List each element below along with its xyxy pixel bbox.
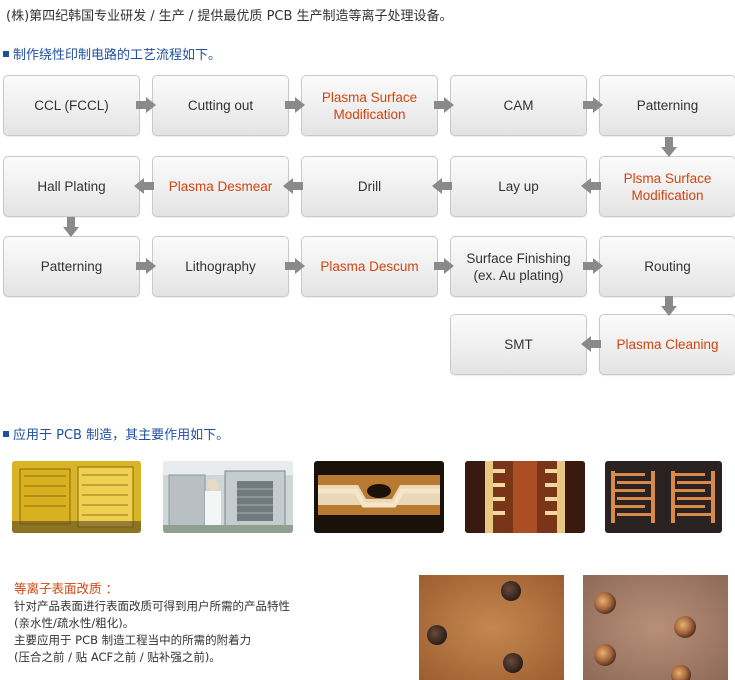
- arrow-left-icon: [430, 178, 452, 194]
- arrow-right-icon: [583, 97, 605, 113]
- arrow-right-icon: [434, 258, 456, 274]
- step-surface-finishing: Surface Finishing (ex. Au plating): [450, 236, 587, 297]
- arrow-left-icon: [579, 178, 601, 194]
- bullet-icon: [3, 50, 9, 57]
- description-title: 等离子表面改质 ：: [14, 581, 118, 596]
- step-routing: Routing: [599, 236, 735, 297]
- step-plasma-cleaning: Plasma Cleaning: [599, 314, 735, 375]
- process-title-text: 制作绕性印制电路的工艺流程如下。: [13, 48, 222, 63]
- arrow-right-icon: [583, 258, 605, 274]
- step-lay-up: Lay up: [450, 156, 587, 217]
- arrow-right-icon: [285, 97, 307, 113]
- arrow-right-icon: [285, 258, 307, 274]
- arrow-right-icon: [434, 97, 456, 113]
- application-section-title: 应用于 PCB 制造，其主要作用如下。: [3, 424, 229, 443]
- step-smt: SMT: [450, 314, 587, 375]
- copper-surface-after-photo: [583, 575, 728, 680]
- description-line: 主要应用于 PCB 制造工程当中的所需的附着力: [14, 633, 252, 647]
- step-drill: Drill: [301, 156, 438, 217]
- step-cam: CAM: [450, 75, 587, 136]
- step-plasma-surface-modification: Plasma Surface Modification: [301, 75, 438, 136]
- step-ccl: CCL (FCCL): [3, 75, 140, 136]
- process-section-title: 制作绕性印制电路的工艺流程如下。: [3, 44, 221, 63]
- trace-cross-section-photo: [465, 461, 585, 533]
- copper-surface-before-photo: [419, 575, 564, 680]
- step-patterning-1: Patterning: [599, 75, 735, 136]
- step-hall-plating: Hall Plating: [3, 156, 140, 217]
- bullet-icon: [3, 430, 9, 437]
- surface-modification-description: 等离子表面改质 ： 针对产品表面进行表面改质可得到用户所需的产品特性 (亲水性/…: [14, 580, 290, 666]
- arrow-down-icon: [661, 296, 677, 318]
- comb-pattern-photo: [605, 461, 722, 533]
- step-lithography: Lithography: [152, 236, 289, 297]
- step-patterning-2: Patterning: [3, 236, 140, 297]
- description-line: (亲水性/疏水性/粗化)。: [14, 616, 135, 630]
- arrow-right-icon: [136, 97, 158, 113]
- arrow-right-icon: [136, 258, 158, 274]
- arrow-left-icon: [579, 336, 601, 352]
- step-plasma-descum: Plasma Descum: [301, 236, 438, 297]
- application-title-text: 应用于 PCB 制造，其主要作用如下。: [13, 428, 230, 443]
- description-line: 针对产品表面进行表面改质可得到用户所需的产品特性: [14, 599, 290, 613]
- arrow-left-icon: [132, 178, 154, 194]
- arrow-down-icon: [63, 217, 79, 239]
- yellow-flex-circuit-photo: [12, 461, 141, 533]
- arrow-down-icon: [661, 137, 677, 159]
- step-plsma-surface-modification: Plsma Surface Modification: [599, 156, 735, 217]
- arrow-left-icon: [281, 178, 303, 194]
- description-line: (压合之前 / 贴 ACF之前 / 贴补强之前)。: [14, 650, 221, 664]
- step-cutting-out: Cutting out: [152, 75, 289, 136]
- via-cross-section-photo: [314, 461, 444, 533]
- intro-text: (株)第四纪韩国专业研发 / 生产 / 提供最优质 PCB 生产制造等离子处理设…: [6, 9, 453, 24]
- plasma-machine-operator-photo: [163, 461, 293, 533]
- step-plasma-desmear: Plasma Desmear: [152, 156, 289, 217]
